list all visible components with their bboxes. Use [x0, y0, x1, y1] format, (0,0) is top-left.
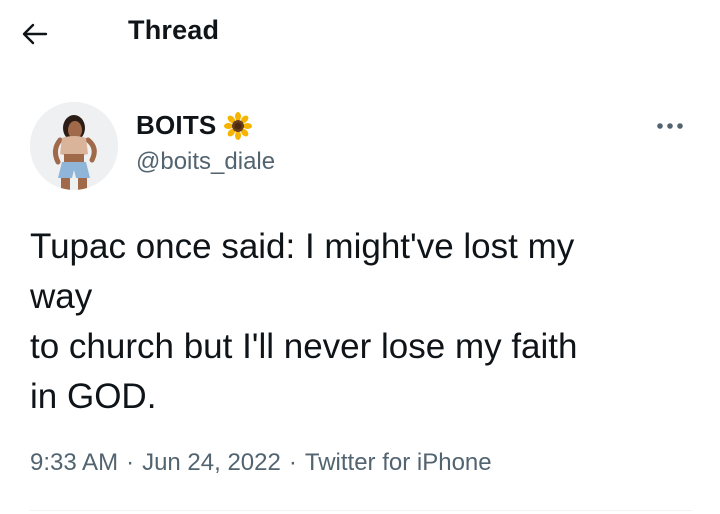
more-horizontal-icon [650, 123, 690, 144]
page-title: Thread [128, 15, 220, 45]
back-button[interactable] [22, 16, 70, 52]
thread-header: Thread [0, 0, 720, 66]
tweet-time[interactable]: 9:33 AM [30, 449, 118, 476]
tweet-text: Tupac once said: I might've lost my way … [30, 227, 578, 416]
sunflower-icon [216, 111, 253, 140]
meta-separator: · [126, 449, 135, 476]
arrow-left-icon [22, 23, 48, 45]
tweet-meta: 9:33 AM · Jun 24, 2022 · Twitter for iPhone [30, 449, 492, 477]
meta-separator: · [288, 449, 297, 476]
tweet-source[interactable]: Twitter for iPhone [305, 449, 492, 476]
user-handle[interactable]: @boits_diale [136, 148, 275, 176]
tweet-author: BOITS @boits_diale [0, 100, 720, 192]
tweet-date[interactable]: Jun 24, 2022 [142, 449, 281, 476]
display-name-row[interactable]: BOITS [136, 110, 253, 141]
divider [30, 510, 692, 511]
more-options-button[interactable] [650, 112, 690, 140]
display-name: BOITS [136, 110, 217, 140]
avatar[interactable] [30, 102, 118, 190]
user-avatar-image [30, 102, 118, 190]
